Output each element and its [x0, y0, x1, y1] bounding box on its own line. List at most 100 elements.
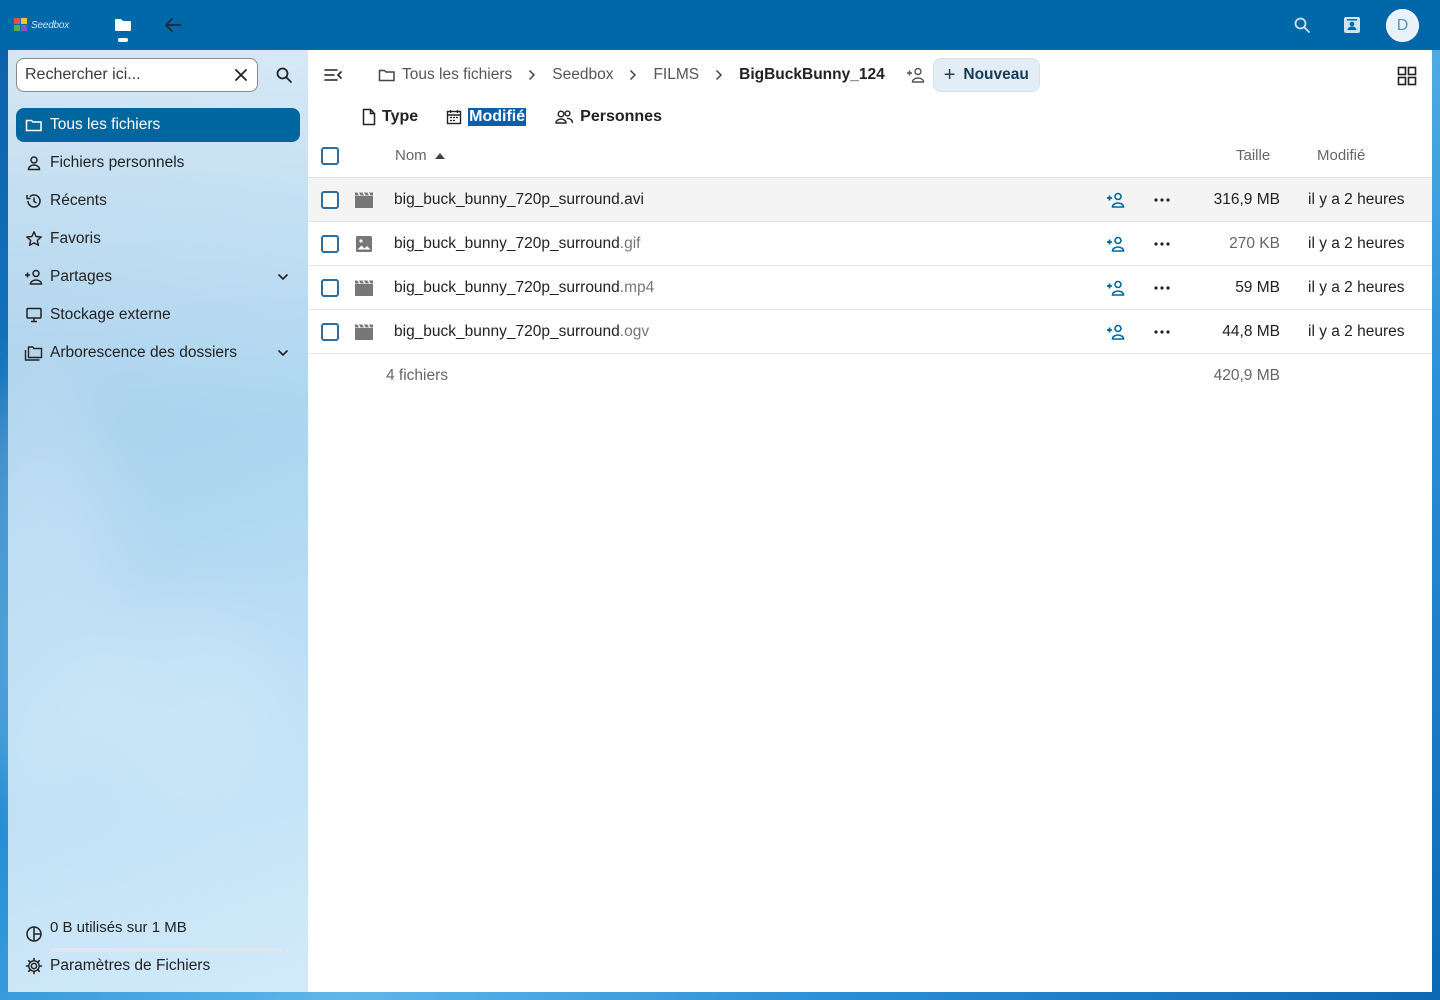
chevron-down-icon[interactable] — [274, 344, 292, 362]
filter-people[interactable]: Personnes — [554, 108, 662, 126]
folder-tree-icon — [24, 343, 44, 363]
share-button[interactable] — [1104, 322, 1128, 342]
new-button[interactable]: + Nouveau — [932, 58, 1040, 92]
sidebar-item-recent[interactable]: Récents — [16, 184, 300, 218]
breadcrumb: Tous les fichiers Seedbox FILMS BigBuckB… — [378, 58, 1040, 92]
sidebar-item-external-storage[interactable]: Stockage externe — [16, 298, 300, 332]
file-extension: .avi — [619, 191, 644, 208]
files-settings-button[interactable]: Paramètres de Fichiers — [24, 956, 210, 976]
app-logo[interactable]: Seedbox — [14, 16, 74, 34]
contacts-button[interactable] — [1334, 7, 1370, 43]
table-summary: 4 fichiers 420,9 MB — [308, 354, 1432, 398]
file-basename: big_buck_bunny_720p_surround — [394, 279, 620, 296]
filter-label: Modifié — [468, 108, 527, 126]
breadcrumb-item-films[interactable]: FILMS — [653, 66, 699, 84]
toggle-navigation-button[interactable] — [322, 64, 344, 86]
search-field[interactable] — [16, 58, 258, 92]
file-name[interactable]: big_buck_bunny_720p_surround.avi — [394, 191, 644, 209]
close-icon — [235, 69, 247, 81]
sidebar-item-label: Stockage externe — [50, 306, 171, 323]
column-header-size[interactable]: Taille — [1236, 147, 1270, 164]
back-button[interactable] — [155, 7, 191, 43]
more-actions-button[interactable] — [1150, 322, 1174, 342]
arrow-left-icon — [165, 18, 181, 32]
grid-view-button[interactable] — [1396, 65, 1418, 87]
folder-icon — [378, 67, 396, 83]
chevron-down-icon[interactable] — [274, 268, 292, 286]
filter-modified[interactable]: Modifié — [446, 108, 527, 126]
filter-bar: Type Modifié Personnes — [362, 104, 690, 130]
file-name[interactable]: big_buck_bunny_720p_surround.mp4 — [394, 279, 654, 297]
user-avatar[interactable]: D — [1386, 9, 1419, 42]
file-extension: .gif — [619, 235, 641, 252]
share-folder-button[interactable] — [905, 64, 927, 86]
sidebar-search-button[interactable] — [270, 61, 298, 89]
top-header: Seedbox D — [0, 0, 1440, 50]
share-button[interactable] — [1104, 278, 1128, 298]
more-horizontal-icon — [1154, 242, 1170, 246]
more-actions-button[interactable] — [1150, 278, 1174, 298]
share-button[interactable] — [1104, 234, 1128, 254]
table-header: Nom Taille Modifié — [308, 134, 1432, 178]
people-icon — [554, 109, 574, 125]
row-checkbox[interactable] — [321, 191, 339, 209]
more-actions-button[interactable] — [1150, 234, 1174, 254]
chevron-right-icon — [512, 69, 552, 81]
new-button-label: Nouveau — [963, 66, 1029, 83]
clear-search-button[interactable] — [231, 65, 251, 85]
table-row[interactable]: big_buck_bunny_720p_surround.ogv 44,8 MB… — [308, 310, 1432, 354]
breadcrumb-label: Tous les fichiers — [402, 66, 513, 83]
table-row[interactable]: big_buck_bunny_720p_surround.avi 316,9 M… — [308, 178, 1432, 222]
global-search-button[interactable] — [1284, 7, 1320, 43]
share-button[interactable] — [1104, 190, 1128, 210]
sidebar-item-personal-files[interactable]: Fichiers personnels — [16, 146, 300, 180]
plus-icon: + — [943, 63, 956, 86]
sidebar-item-all-files[interactable]: Tous les fichiers — [16, 108, 300, 142]
filter-type[interactable]: Type — [362, 108, 418, 126]
sidebar-item-folder-tree[interactable]: Arborescence des dossiers — [16, 336, 300, 370]
column-label: Nom — [395, 147, 427, 164]
sort-ascending-icon — [434, 152, 445, 159]
file-basename: big_buck_bunny_720p_surround — [394, 191, 620, 208]
row-checkbox[interactable] — [321, 235, 339, 253]
more-actions-button[interactable] — [1150, 190, 1174, 210]
file-name[interactable]: big_buck_bunny_720p_surround.gif — [394, 235, 640, 253]
column-header-modified[interactable]: Modifié — [1317, 147, 1365, 164]
search-icon — [1294, 17, 1310, 33]
file-size: 44,8 MB — [1222, 323, 1280, 340]
more-horizontal-icon — [1154, 198, 1170, 202]
file-modified: il y a 2 heures — [1308, 235, 1405, 252]
table-row[interactable]: big_buck_bunny_720p_surround.gif 270 KB … — [308, 222, 1432, 266]
more-horizontal-icon — [1154, 286, 1170, 290]
video-icon — [354, 322, 374, 342]
breadcrumb-item-current[interactable]: BigBuckBunny_124 — [739, 66, 885, 84]
file-size: 59 MB — [1235, 279, 1280, 296]
file-basename: big_buck_bunny_720p_surround — [394, 235, 620, 252]
chevron-right-icon — [699, 69, 739, 81]
column-header-name[interactable]: Nom — [395, 147, 445, 164]
row-checkbox[interactable] — [321, 323, 339, 341]
share-icon — [1107, 236, 1125, 252]
breadcrumb-item-all-files[interactable]: Tous les fichiers — [378, 66, 512, 84]
breadcrumb-item-seedbox[interactable]: Seedbox — [552, 66, 613, 84]
main-content: Tous les fichiers Seedbox FILMS BigBuckB… — [308, 50, 1432, 992]
sidebar-item-shares[interactable]: Partages — [16, 260, 300, 294]
file-modified: il y a 2 heures — [1308, 279, 1405, 296]
sidebar-item-label: Tous les fichiers — [50, 116, 161, 133]
table-row[interactable]: big_buck_bunny_720p_surround.mp4 59 MB i… — [308, 266, 1432, 310]
history-icon — [24, 191, 44, 211]
file-basename: big_buck_bunny_720p_surround — [394, 323, 620, 340]
quota-progress-bar — [50, 948, 282, 952]
files-app-button[interactable] — [105, 7, 141, 43]
row-checkbox[interactable] — [321, 279, 339, 297]
star-icon — [24, 229, 44, 249]
calendar-icon — [446, 109, 462, 125]
grid-icon — [1397, 66, 1417, 86]
search-input[interactable] — [25, 66, 215, 84]
folder-icon — [24, 115, 44, 135]
sidebar-item-favorites[interactable]: Favoris — [16, 222, 300, 256]
logo-icon — [14, 18, 28, 32]
logo-text: Seedbox — [31, 19, 70, 31]
select-all-checkbox[interactable] — [321, 147, 339, 165]
file-name[interactable]: big_buck_bunny_720p_surround.ogv — [394, 323, 649, 341]
